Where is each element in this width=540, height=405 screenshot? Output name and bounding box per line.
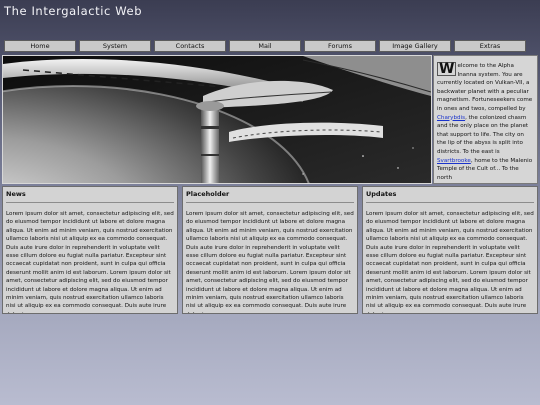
intro-text-box: Welcome to the Alpha Inanna system. You …	[433, 55, 538, 184]
placeholder-panel-title: Placeholder	[186, 190, 354, 203]
updates-panel: Updates Lorem ipsum dolor sit amet, cons…	[362, 186, 538, 314]
news-panel-title: News	[6, 190, 174, 203]
nav-mail[interactable]: Mail	[229, 40, 301, 52]
site-title: The Intergalactic Web	[4, 4, 143, 18]
updates-panel-title: Updates	[366, 190, 534, 203]
link-svartbrooke[interactable]: Svartbrooke	[437, 158, 471, 164]
intro-dropcap: W	[437, 61, 457, 77]
placeholder-panel: Placeholder Lorem ipsum dolor sit amet, …	[182, 186, 358, 314]
placeholder-panel-body: Lorem ipsum dolor sit amet, consectetur …	[186, 211, 354, 313]
nav-extras[interactable]: Extras	[454, 40, 526, 52]
news-panel: News Lorem ipsum dolor sit amet, consect…	[2, 186, 178, 314]
link-charybdis[interactable]: Charybdis	[437, 115, 465, 121]
hero-space-station-image	[2, 55, 432, 184]
nav-contacts[interactable]: Contacts	[154, 40, 226, 52]
nav-forums[interactable]: Forums	[304, 40, 376, 52]
main-nav: Home System Contacts Mail Forums Image G…	[4, 40, 526, 52]
nav-system[interactable]: System	[79, 40, 151, 52]
nav-image-gallery[interactable]: Image Gallery	[379, 40, 451, 52]
updates-panel-body: Lorem ipsum dolor sit amet, consectetur …	[366, 211, 534, 313]
news-panel-body: Lorem ipsum dolor sit amet, consectetur …	[6, 211, 174, 313]
nav-home[interactable]: Home	[4, 40, 76, 52]
